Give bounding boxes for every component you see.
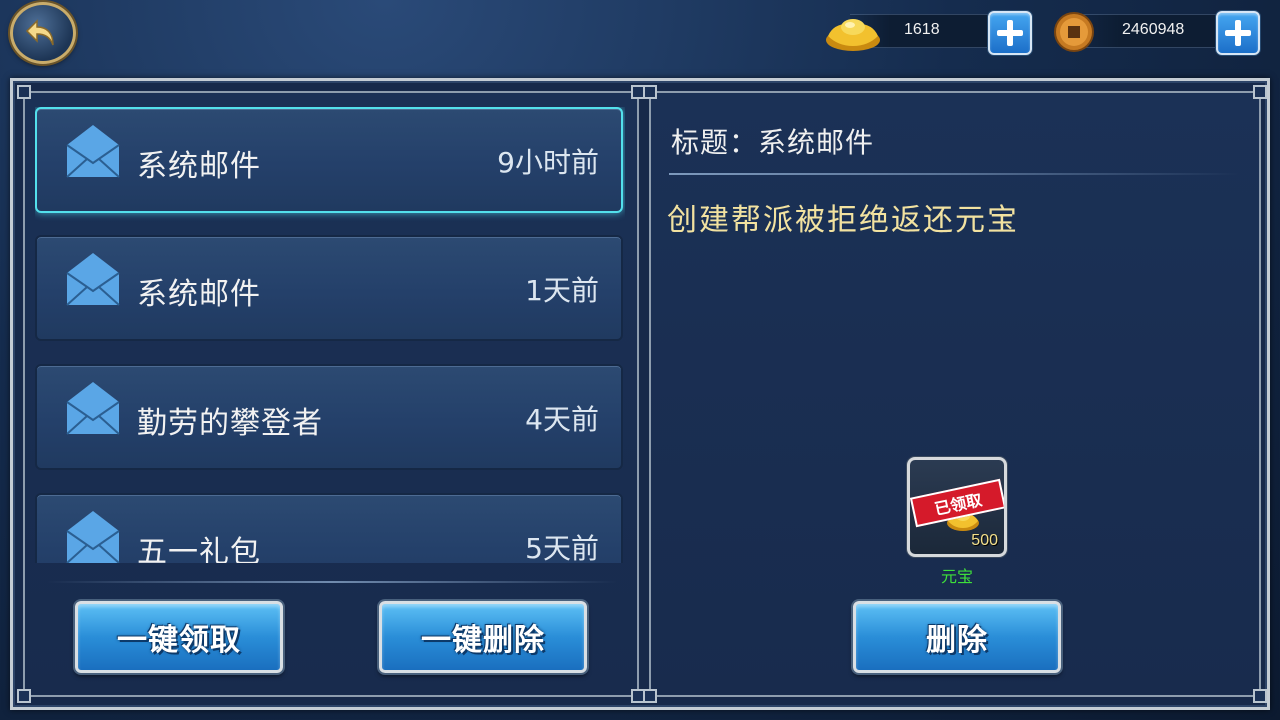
gold-amount: 1618 (904, 21, 940, 38)
mail-time: 5天前 (525, 532, 599, 563)
gold-ingot-icon (826, 19, 880, 51)
add-gold-button[interactable] (988, 11, 1032, 55)
mail-window: 系统邮件 9小时前 系统邮件 1天前 勤劳的攀登者 4天前 五一礼包 5天前 一… (10, 78, 1270, 710)
coin-currency: 2460948 (1048, 8, 1268, 56)
delete-button[interactable]: 删除 (853, 601, 1061, 673)
mail-list-panel: 系统邮件 9小时前 系统邮件 1天前 勤劳的攀登者 4天前 五一礼包 5天前 一… (17, 85, 645, 703)
mail-list[interactable]: 系统邮件 9小时前 系统邮件 1天前 勤劳的攀登者 4天前 五一礼包 5天前 (35, 107, 625, 563)
envelope-icon (66, 125, 120, 178)
reward-quantity: 500 (971, 532, 998, 549)
mail-time: 1天前 (525, 274, 599, 307)
coin-amount: 2460948 (1122, 21, 1185, 38)
mail-time: 9小时前 (497, 146, 599, 179)
mail-title: 系统邮件 (137, 149, 261, 184)
subject-divider (669, 173, 1239, 175)
delete-all-button[interactable]: 一键删除 (379, 601, 587, 673)
back-button[interactable] (10, 2, 76, 64)
mail-subject: 标题：系统邮件 (671, 126, 875, 159)
mail-item[interactable]: 勤劳的攀登者 4天前 (35, 364, 623, 470)
back-arrow-icon (25, 19, 54, 46)
claim-all-button[interactable]: 一键领取 (75, 601, 283, 673)
mail-detail-panel: 标题：系统邮件 创建帮派被拒绝返还元宝 已领取 500 元宝 删除 (643, 85, 1267, 703)
reward-name: 元宝 (940, 567, 973, 586)
gold-currency: 1618 (820, 8, 1040, 56)
delete-all-label: 一键删除 (421, 623, 545, 658)
mail-item[interactable]: 五一礼包 5天前 (35, 493, 623, 563)
mail-time: 4天前 (525, 403, 599, 436)
mail-body: 创建帮派被拒绝返还元宝 (667, 203, 1019, 238)
envelope-icon (66, 511, 120, 563)
mail-title: 勤劳的攀登者 (137, 406, 323, 441)
claim-all-label: 一键领取 (117, 623, 241, 658)
mail-title: 五一礼包 (137, 535, 261, 563)
delete-label: 删除 (926, 623, 988, 658)
envelope-icon (66, 382, 120, 435)
mail-item[interactable]: 系统邮件 1天前 (35, 235, 623, 341)
reward-item-slot[interactable]: 已领取 500 (907, 457, 1007, 557)
list-divider (47, 581, 617, 583)
envelope-icon (66, 253, 120, 306)
mail-title: 系统邮件 (137, 277, 261, 312)
add-coins-button[interactable] (1216, 11, 1260, 55)
copper-coin-icon (1054, 12, 1094, 52)
mail-item[interactable]: 系统邮件 9小时前 (35, 107, 623, 213)
